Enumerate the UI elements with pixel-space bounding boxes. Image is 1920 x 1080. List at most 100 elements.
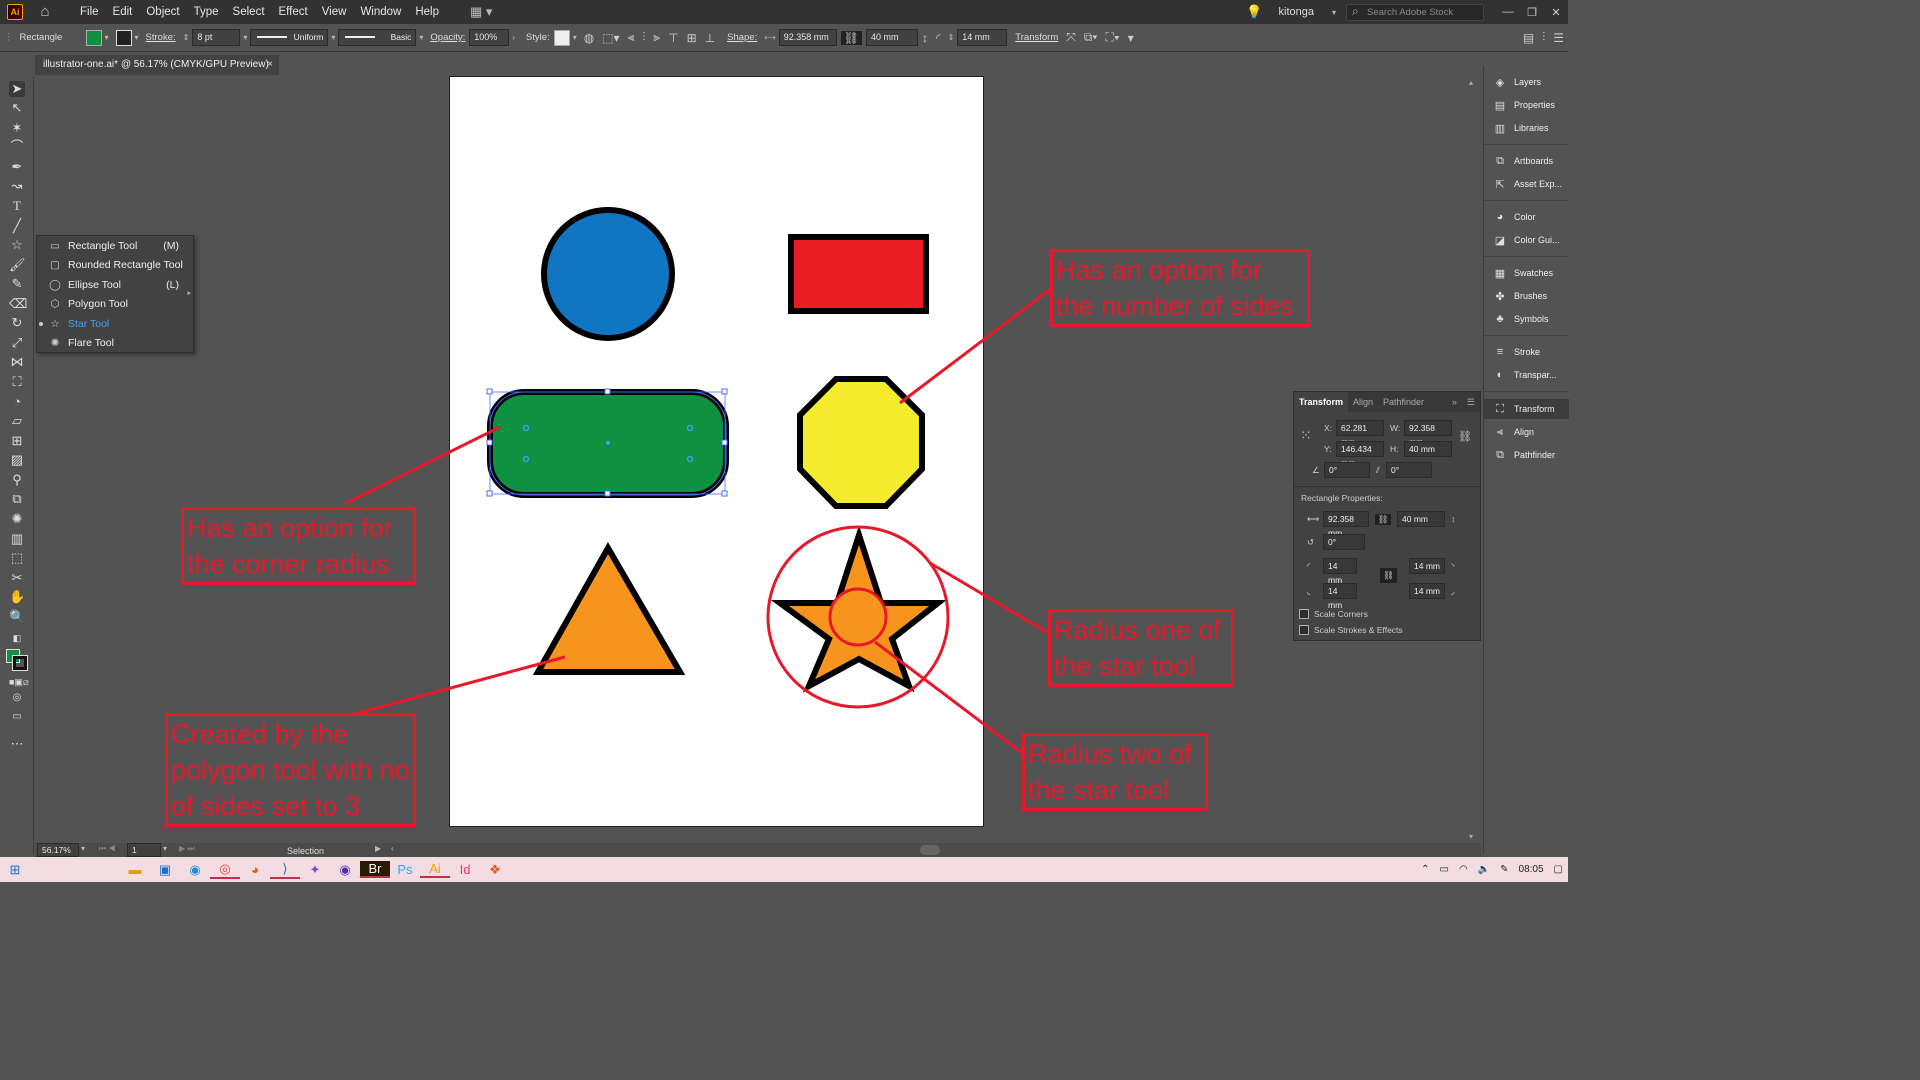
corner-br-field[interactable]: 14 mm — [1409, 583, 1445, 599]
notifications-icon[interactable]: ▢ — [1554, 864, 1563, 875]
curvature-tool-icon[interactable]: ↝ — [9, 178, 25, 194]
w-field[interactable]: 92.358 mm — [1404, 420, 1452, 447]
scale-corners-checkbox[interactable] — [1299, 609, 1309, 619]
user-menu[interactable]: kitonga — [1279, 6, 1314, 18]
isolate-icon[interactable]: ⛶▾ — [1105, 30, 1119, 45]
tearoff-arrow-icon[interactable]: ▸ — [187, 289, 191, 297]
width-tool-icon[interactable]: ⋈ — [9, 354, 25, 370]
more-tools-icon[interactable]: ⋯ — [9, 736, 25, 752]
shaper-tool-icon[interactable]: ✎ — [9, 276, 25, 292]
minimize-icon[interactable]: — — [1496, 6, 1520, 18]
figma-icon[interactable]: ❖ — [480, 862, 510, 878]
panel-swatches[interactable]: ▦ Swatches — [1484, 263, 1569, 283]
eraser-tool-icon[interactable]: ⌫ — [9, 296, 27, 312]
panel-color-guide[interactable]: ◪ Color Gui... — [1484, 230, 1569, 250]
corner-link-icon[interactable]: ⛓ — [1380, 568, 1397, 583]
shape-height-field[interactable]: 40 mm — [865, 29, 918, 46]
blend-tool-icon[interactable]: ⧉ — [9, 491, 25, 507]
battery-icon[interactable]: ▭ — [1439, 864, 1448, 875]
menu-help[interactable]: Help — [408, 6, 446, 18]
h-field[interactable]: 40 mm — [1404, 441, 1452, 457]
star-tool-icon[interactable]: ☆ — [9, 237, 25, 253]
brush-select[interactable]: Basic — [338, 29, 417, 46]
stock-search-input[interactable]: Search Adobe Stock — [1346, 3, 1484, 21]
yellow-octagon[interactable] — [797, 376, 925, 509]
app-icon-9[interactable]: ◉ — [330, 862, 360, 878]
blue-circle[interactable] — [541, 207, 675, 341]
stroke-stepper-icon[interactable]: ⇕ — [183, 33, 190, 42]
rotate-field[interactable]: 0° — [1324, 462, 1370, 478]
eyedropper-tool-icon[interactable]: ⚲ — [9, 472, 25, 488]
rp-link-icon[interactable]: ⛓ — [1375, 513, 1391, 525]
shear-field[interactable]: 0° — [1386, 462, 1432, 478]
close-window-icon[interactable]: ✕ — [1544, 6, 1568, 19]
horizontal-scroll-thumb[interactable] — [920, 845, 940, 855]
last-artboard-icon[interactable]: ▶ ⏭ — [179, 844, 195, 854]
tab-align[interactable]: Align — [1348, 397, 1378, 407]
search-icon[interactable]: ⌕ — [30, 862, 60, 878]
corner-radius-field[interactable]: 14 mm — [957, 29, 1008, 46]
stroke-chevron-icon[interactable]: ▾ — [135, 33, 139, 42]
first-artboard-icon[interactable]: ⏮ ◀ — [99, 844, 116, 854]
panel-libraries[interactable]: ▥ Libraries — [1484, 118, 1569, 138]
restore-icon[interactable]: ❐ — [1520, 6, 1544, 19]
panel-toggle-icon[interactable]: ⫶ — [1542, 30, 1545, 45]
zoom-chevron-icon[interactable]: ▾ — [81, 844, 85, 853]
app-icon-8[interactable]: ✦ — [300, 862, 330, 878]
canvas[interactable]: Has an option for the number of sides Ha… — [35, 76, 1481, 843]
lasso-tool-icon[interactable]: ⌒ — [9, 139, 25, 155]
stroke-swatch[interactable] — [115, 29, 132, 46]
panel-properties[interactable]: ▤ Properties — [1484, 95, 1569, 115]
corner-tl-field[interactable]: 14 mm — [1323, 558, 1357, 585]
line-tool-icon[interactable]: ╱ — [9, 218, 25, 234]
panel-menu-icon[interactable]: ☰ — [1462, 397, 1480, 408]
corner-type-icon[interactable]: ◜ — [936, 31, 941, 45]
stroke-profile-select[interactable]: Uniform — [250, 29, 329, 46]
panel-align[interactable]: ⫷ Align — [1484, 422, 1569, 442]
flyout-ellipse-tool[interactable]: ◯ Ellipse Tool (L) — [37, 275, 193, 294]
flyout-star-tool[interactable]: ☆ Star Tool — [37, 314, 193, 333]
opacity-label[interactable]: Opacity: — [430, 32, 465, 43]
style-swatch[interactable] — [553, 29, 570, 46]
corner-tr-field[interactable]: 14 mm — [1409, 558, 1445, 574]
panel-symbols[interactable]: ♣ Symbols — [1484, 309, 1569, 329]
workspace-switcher-icon[interactable]: ▦ ▾ — [470, 4, 492, 20]
corner-stepper-icon[interactable]: ⇕ — [948, 33, 955, 42]
control-menu-chevron-icon[interactable]: ▾ — [1128, 31, 1134, 45]
shape-width-field[interactable]: 92.358 mm — [778, 29, 837, 46]
volume-icon[interactable]: 🔈 — [1478, 864, 1490, 875]
corner-bl-field[interactable]: 14 mm — [1323, 583, 1357, 610]
corner-br-icon[interactable]: ◞ — [1451, 586, 1454, 597]
reference-point-icon[interactable]: ⁙ — [1300, 427, 1312, 444]
align-hcenter-icon[interactable]: ⫶ — [642, 30, 645, 45]
vscode-icon[interactable]: ⟩ — [270, 861, 300, 879]
corner-tr-icon[interactable]: ◝ — [1451, 561, 1454, 572]
constrain-proportions-icon[interactable]: ⛓ — [1458, 430, 1472, 443]
arrange-documents-icon[interactable]: ▤ — [1523, 31, 1534, 45]
rp-height-field[interactable]: 40 mm — [1397, 511, 1445, 527]
style-chevron-icon[interactable]: ▾ — [573, 33, 577, 42]
scale-tool-icon[interactable]: ⤢ — [9, 335, 25, 351]
panel-asset-export[interactable]: ⇱ Asset Exp... — [1484, 174, 1569, 194]
direct-selection-tool-icon[interactable]: ↖ — [9, 100, 25, 116]
flyout-rounded-rectangle-tool[interactable]: ▢ Rounded Rectangle Tool — [37, 255, 193, 274]
menu-type[interactable]: Type — [187, 6, 226, 18]
menu-view[interactable]: View — [315, 6, 354, 18]
graph-tool-icon[interactable]: ▥ — [9, 531, 25, 547]
zoom-field[interactable]: 56.17% — [37, 843, 79, 857]
photoshop-icon[interactable]: Ps — [390, 862, 420, 877]
file-explorer-icon[interactable]: ▬ — [120, 862, 150, 877]
menu-select[interactable]: Select — [226, 6, 272, 18]
rp-angle-field[interactable]: 0° — [1323, 534, 1365, 550]
red-rectangle[interactable] — [788, 234, 929, 314]
corner-bl-icon[interactable]: ◟ — [1307, 586, 1323, 597]
artboard-chevron-icon[interactable]: ▾ — [163, 844, 167, 853]
ime-icon[interactable]: ✎ — [1500, 864, 1508, 875]
menu-object[interactable]: Object — [139, 6, 186, 18]
artboard-tool-icon[interactable]: ⬚ — [9, 550, 25, 566]
align-to-icon[interactable]: ⬚▾ — [602, 31, 619, 45]
stroke-color-box[interactable] — [12, 655, 28, 671]
panel-stroke[interactable]: ≡ Stroke — [1484, 342, 1569, 362]
flyout-flare-tool[interactable]: ✺ Flare Tool — [37, 333, 193, 352]
stroke-weight-field[interactable]: 8 pt — [192, 29, 241, 46]
